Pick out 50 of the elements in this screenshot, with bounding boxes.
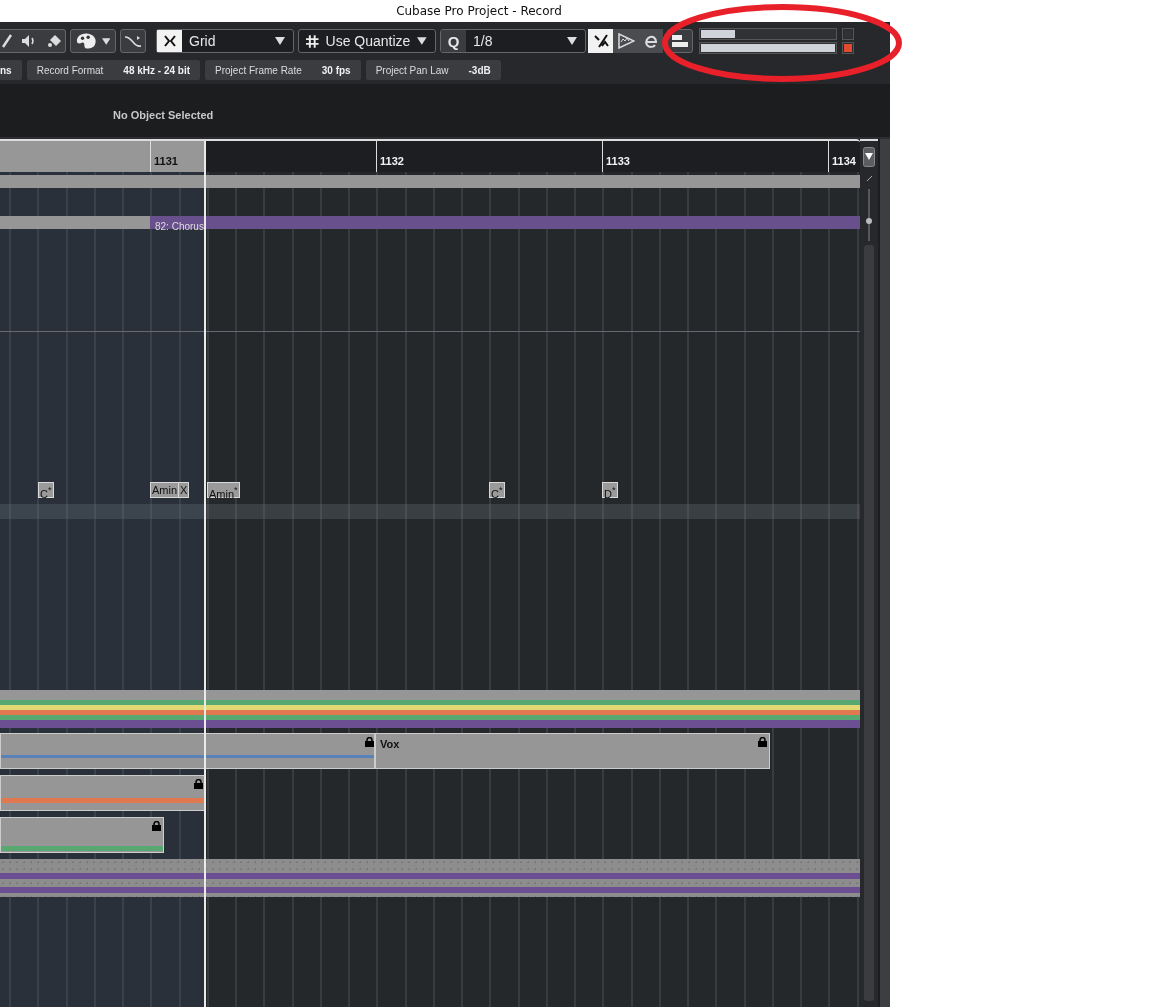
autoscroll-button[interactable] xyxy=(120,29,146,53)
palette-icon xyxy=(76,32,97,50)
chord-event: X xyxy=(178,482,190,498)
status-value: 30 fps xyxy=(321,64,351,76)
info-line-text: No Object Selected xyxy=(113,108,214,121)
e-icon xyxy=(642,33,659,49)
toggle-button[interactable] xyxy=(638,29,663,53)
quantize-dropdown[interactable]: Q 1/8 xyxy=(440,29,586,53)
bar-number: 1132 xyxy=(380,155,404,167)
status-label: Project Pan Law xyxy=(375,64,449,76)
bars-icon xyxy=(672,34,688,48)
status-label: Record Format xyxy=(36,64,104,76)
wave-icon xyxy=(124,34,142,48)
grid-type-dropdown[interactable]: Use Quantize xyxy=(298,29,436,53)
dropdown-icon[interactable] xyxy=(863,147,876,167)
color-button[interactable] xyxy=(70,29,116,53)
status-value: -3dB xyxy=(468,64,491,76)
caret-icon xyxy=(417,37,427,45)
status-chip[interactable]: Project Pan Law -3dB xyxy=(365,60,501,80)
bucket-icon[interactable] xyxy=(46,34,63,48)
toggle-button[interactable] xyxy=(613,29,638,53)
caret-icon xyxy=(101,37,110,45)
toggle-button[interactable] xyxy=(588,29,613,53)
snap-icon xyxy=(162,34,177,48)
window-title: Cubase Pro Project - Record xyxy=(396,4,562,18)
chord-event: Amin xyxy=(150,482,180,498)
status-chip[interactable]: Project Frame Rate 30 fps xyxy=(205,60,361,80)
caret-icon xyxy=(567,37,577,45)
pencil-icon[interactable] xyxy=(2,34,13,48)
status-label: Project Frame Rate xyxy=(215,64,302,76)
flag-icon xyxy=(616,33,635,49)
status-value: ns xyxy=(0,64,12,76)
hash-icon xyxy=(306,34,319,48)
status-chip[interactable]: Record Format 48 kHz - 24 bit xyxy=(26,60,201,80)
chord-event: D$^{*}$ xyxy=(602,482,618,498)
chord-event: C$^{*}$ xyxy=(38,482,54,498)
lock-icon xyxy=(194,779,203,789)
quantize-icon xyxy=(592,33,609,49)
chord-event: C$^{*}$ xyxy=(489,482,505,498)
chord-event: Amin$^{*}$ xyxy=(207,482,240,498)
caret-icon xyxy=(275,37,285,45)
lock-icon xyxy=(152,821,161,831)
snap-mode-dropdown[interactable]: Grid xyxy=(156,29,294,53)
status-value: 48 kHz - 24 bit xyxy=(123,64,191,76)
lock-icon xyxy=(365,737,374,747)
bar-number: 1134 xyxy=(832,155,856,167)
bar-number: 1133 xyxy=(606,155,630,167)
status-chip[interactable]: ns xyxy=(0,60,22,80)
audio-event: Vox xyxy=(375,733,770,769)
bar-number: 1131 xyxy=(154,155,178,167)
